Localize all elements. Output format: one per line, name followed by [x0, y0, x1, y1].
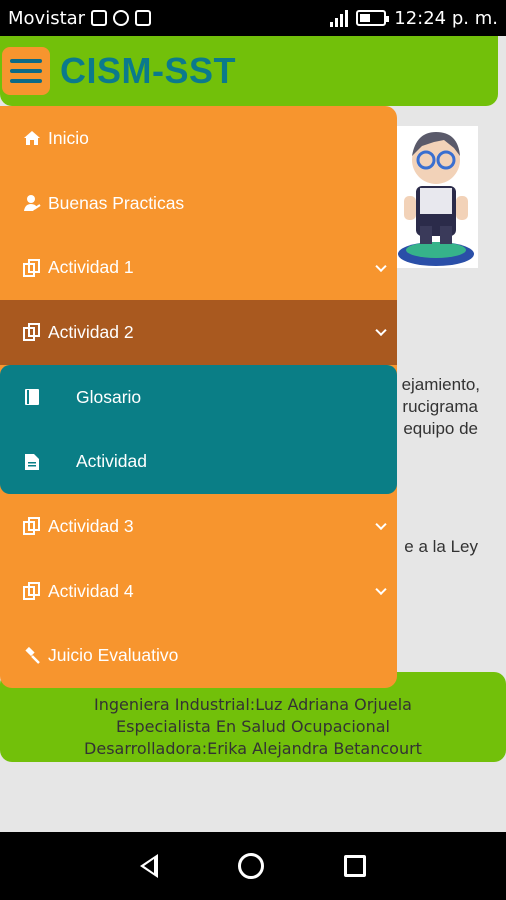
submenu-item-actividad[interactable]: Actividad	[0, 429, 397, 494]
clock: 12:24 p. m.	[394, 7, 498, 29]
menu-item-actividad-1[interactable]: Actividad 1	[0, 235, 397, 300]
whatsapp-icon	[113, 10, 130, 26]
submenu-item-label: Glosario	[76, 386, 142, 407]
copy-icon	[22, 581, 42, 601]
app-header: CISM-SST	[0, 36, 498, 106]
menu-item-label: Actividad 4	[48, 580, 134, 601]
chevron-down-icon	[375, 583, 387, 596]
mascot-image	[394, 126, 478, 268]
footer-specialty: Especialista En Salud Ocupacional	[116, 717, 390, 736]
chevron-down-icon	[375, 325, 387, 337]
notification-icon	[91, 10, 108, 26]
book-icon	[22, 387, 42, 407]
menu-item-inicio[interactable]: Inicio	[0, 106, 397, 171]
content-text-line: rucigrama	[402, 397, 478, 416]
app-title: CISM-SST	[60, 50, 237, 91]
signal-icon	[330, 9, 349, 27]
menu-item-label: Actividad 2	[48, 321, 134, 342]
content-text-line: ejamiento,	[401, 375, 480, 394]
menu-item-actividad-2[interactable]: Actividad 2	[0, 300, 397, 365]
submenu-actividad-2: Glosario Actividad	[0, 364, 397, 495]
content-text-line: e a la Ley	[404, 537, 478, 556]
document-icon	[22, 452, 42, 472]
chevron-down-icon	[375, 519, 387, 531]
footer-engineer: Ingeniera Industrial:Luz Adriana Orjuela	[94, 695, 412, 714]
menu-icon[interactable]	[2, 47, 50, 95]
footer-developer: Desarrolladora:Erika Alejandra Betancour…	[84, 739, 422, 758]
menu-item-label: Juicio Evaluativo	[48, 645, 179, 666]
menu-item-label: Actividad 3	[48, 515, 134, 536]
navigation-drawer: Inicio Buenas Practicas Actividad 1 Acti…	[0, 106, 397, 688]
menu-item-juicio-evaluativo[interactable]: Juicio Evaluativo	[0, 624, 397, 689]
status-bar: Movistar 12:24 p. m.	[0, 0, 506, 36]
submenu-item-label: Actividad	[76, 451, 148, 472]
menu-item-actividad-4[interactable]: Actividad 4	[0, 559, 397, 624]
menu-item-label: Actividad 1	[48, 257, 134, 278]
copy-icon	[22, 322, 42, 342]
copy-icon	[22, 516, 42, 536]
menu-item-label: Buenas Practicas	[48, 192, 185, 213]
menu-item-actividad-3[interactable]: Actividad 3	[0, 494, 397, 559]
submenu-item-glosario[interactable]: Glosario	[0, 365, 397, 430]
carrier-name: Movistar	[8, 7, 86, 29]
person-icon	[22, 193, 42, 213]
image-icon	[135, 10, 152, 26]
home-icon	[22, 128, 42, 148]
copy-icon	[22, 258, 42, 278]
recent-apps-icon[interactable]	[344, 855, 366, 877]
battery-icon	[356, 10, 390, 26]
menu-item-buenas-practicas[interactable]: Buenas Practicas	[0, 171, 397, 236]
gavel-icon	[22, 646, 42, 666]
system-nav-bar	[0, 832, 506, 900]
home-button-icon[interactable]	[238, 853, 264, 879]
content-text-line: equipo de	[403, 419, 478, 438]
back-icon[interactable]	[140, 854, 158, 878]
chevron-down-icon	[375, 260, 387, 272]
menu-item-label: Inicio	[48, 127, 89, 148]
